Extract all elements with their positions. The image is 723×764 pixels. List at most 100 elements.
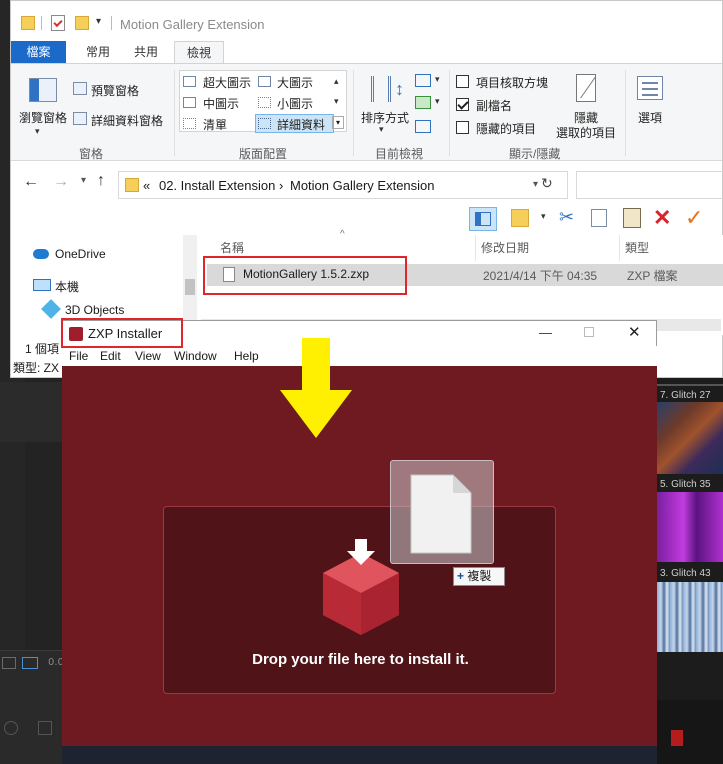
medium-icons-option[interactable]: 中圖示 bbox=[203, 95, 239, 112]
navigation-pane-dropdown-icon[interactable]: ▾ bbox=[35, 126, 40, 137]
forward-arrow-icon[interactable]: → bbox=[53, 173, 69, 191]
down-arrow-icon bbox=[280, 338, 352, 438]
up-arrow-icon[interactable]: ↑ bbox=[97, 172, 105, 190]
medium-icons-icon[interactable] bbox=[183, 97, 196, 108]
column-type[interactable]: 類型 bbox=[625, 239, 649, 256]
large-icons-icon[interactable] bbox=[258, 76, 271, 87]
breadcrumb-install-extension[interactable]: 02. Install Extension bbox=[159, 178, 275, 193]
drop-zone[interactable]: Drop your file here to install it. bbox=[163, 506, 556, 694]
drop-instruction: Drop your file here to install it. bbox=[252, 651, 469, 668]
extra-large-icons-option[interactable]: 超大圖示 bbox=[203, 74, 251, 91]
hide-selected-line2[interactable]: 選取的項目 bbox=[556, 124, 616, 141]
list-icon[interactable] bbox=[183, 118, 196, 129]
preview-pane-toggle[interactable] bbox=[469, 207, 497, 231]
paste-icon[interactable] bbox=[623, 208, 641, 228]
hidden-items-checkbox[interactable] bbox=[456, 121, 469, 134]
nav-this-pc[interactable]: 本機 bbox=[55, 278, 79, 295]
copy-icon[interactable] bbox=[591, 209, 607, 227]
thumbnail-glitch-27[interactable] bbox=[657, 402, 723, 474]
layout-scroll-up-icon[interactable]: ▴ bbox=[334, 76, 339, 87]
rename-icon[interactable]: ✓ bbox=[685, 205, 703, 231]
properties-icon[interactable] bbox=[51, 15, 65, 31]
details-pane-button[interactable]: 詳細資料窗格 bbox=[91, 112, 163, 129]
column-divider[interactable] bbox=[619, 235, 620, 261]
sort-arrow-icon: ↕ bbox=[395, 79, 404, 99]
breadcrumb-overflow[interactable]: « bbox=[143, 178, 150, 193]
delete-icon[interactable]: ✕ bbox=[653, 205, 671, 231]
navigation-pane-button[interactable]: 瀏覽窗格 bbox=[19, 109, 67, 126]
options-button[interactable]: 選項 bbox=[638, 109, 662, 126]
tab-share[interactable]: 共用 bbox=[123, 41, 169, 64]
options-icon[interactable] bbox=[637, 76, 663, 100]
tab-home[interactable]: 常用 bbox=[73, 41, 123, 64]
recent-dropdown-icon[interactable]: ▾ bbox=[81, 175, 86, 186]
layout-scroll-down-icon[interactable]: ▾ bbox=[334, 96, 339, 107]
preview-pane-icon[interactable] bbox=[73, 82, 87, 95]
timeline-icon[interactable] bbox=[2, 657, 16, 669]
navigation-pane-icon[interactable] bbox=[29, 78, 57, 102]
search-input[interactable] bbox=[576, 171, 723, 199]
maximize-button[interactable] bbox=[584, 327, 594, 337]
mask-icon[interactable] bbox=[38, 721, 52, 735]
command-toolbar: ▾ ✂ ✕ ✓ bbox=[11, 203, 722, 235]
sort-by-button[interactable]: 排序方式 bbox=[361, 109, 409, 126]
extra-large-icons-icon[interactable] bbox=[183, 76, 196, 87]
menu-help[interactable]: Help bbox=[234, 349, 259, 363]
cut-icon[interactable]: ✂ bbox=[559, 207, 574, 228]
nav-onedrive[interactable]: OneDrive bbox=[55, 247, 106, 261]
details-pane-icon[interactable] bbox=[73, 112, 87, 125]
file-name-extensions-checkbox[interactable] bbox=[456, 98, 469, 111]
large-icons-option[interactable]: 大圖示 bbox=[277, 74, 313, 91]
small-icons-icon[interactable] bbox=[258, 97, 271, 108]
layout-expand-icon[interactable]: ▾ bbox=[332, 116, 344, 129]
tab-file[interactable]: 檔案 bbox=[11, 41, 66, 64]
breadcrumb-motion-gallery-extension[interactable]: Motion Gallery Extension bbox=[290, 178, 435, 193]
group-by-icon[interactable] bbox=[415, 74, 431, 87]
hide-selected-icon[interactable] bbox=[576, 74, 596, 102]
red-marker bbox=[671, 730, 683, 746]
tab-view[interactable]: 檢視 bbox=[174, 41, 224, 64]
file-date: 2021/4/14 下午 04:35 bbox=[483, 269, 598, 283]
column-divider[interactable] bbox=[475, 235, 476, 261]
column-date[interactable]: 修改日期 bbox=[481, 239, 529, 256]
size-columns-icon[interactable] bbox=[415, 120, 431, 133]
menu-window[interactable]: Window bbox=[174, 349, 217, 363]
thumbnail-glitch-43[interactable] bbox=[657, 582, 723, 652]
close-button[interactable]: ✕ bbox=[628, 323, 641, 341]
organize-dropdown-icon[interactable]: ▾ bbox=[541, 211, 546, 222]
refresh-icon[interactable]: ↻ bbox=[541, 175, 553, 192]
new-folder-icon[interactable] bbox=[75, 16, 89, 30]
column-name[interactable]: 名稱 bbox=[220, 239, 244, 256]
add-columns-icon[interactable] bbox=[415, 96, 431, 109]
show-hide-group-label: 顯示/隱藏 bbox=[509, 147, 561, 161]
nav-scrollbar-thumb[interactable] bbox=[185, 279, 195, 295]
preview-pane-button[interactable]: 預覽窗格 bbox=[91, 82, 139, 99]
thumbnail-glitch-35[interactable] bbox=[657, 492, 723, 562]
small-icons-option[interactable]: 小圖示 bbox=[277, 95, 313, 112]
address-box[interactable]: « 02. Install Extension › Motion Gallery… bbox=[118, 171, 568, 199]
file-type: ZXP 檔案 bbox=[627, 269, 678, 283]
list-option[interactable]: 清單 bbox=[203, 116, 227, 133]
back-arrow-icon[interactable]: ← bbox=[23, 173, 39, 191]
menu-edit[interactable]: Edit bbox=[100, 349, 121, 363]
organize-icon[interactable] bbox=[511, 209, 529, 227]
timeline-view-icon[interactable] bbox=[22, 657, 38, 669]
menu-view[interactable]: View bbox=[135, 349, 161, 363]
menu-file[interactable]: File bbox=[69, 349, 88, 363]
address-bar-row: ← → ▾ ↑ « 02. Install Extension › Motion… bbox=[11, 163, 723, 203]
sort-by-dropdown-icon[interactable]: ▾ bbox=[379, 124, 384, 135]
hidden-items-label: 隱藏的項目 bbox=[476, 122, 537, 136]
sort-by-icon[interactable] bbox=[371, 76, 391, 102]
minimize-button[interactable]: — bbox=[539, 325, 552, 340]
add-columns-dropdown-icon[interactable]: ▾ bbox=[435, 96, 440, 107]
group-by-dropdown-icon[interactable]: ▾ bbox=[435, 74, 440, 85]
zxp-title-highlight-box bbox=[61, 318, 183, 348]
address-dropdown-icon[interactable]: ▾ bbox=[533, 179, 538, 190]
item-checkboxes-checkbox[interactable] bbox=[456, 75, 469, 88]
link-icon[interactable] bbox=[4, 721, 18, 735]
nav-3d-objects[interactable]: 3D Objects bbox=[65, 303, 124, 317]
details-option[interactable]: 詳細資料 bbox=[277, 116, 325, 133]
panes-group-label: 窗格 bbox=[79, 147, 104, 161]
qat-dropdown-icon[interactable]: ▾ bbox=[96, 16, 101, 27]
copy-tooltip-label: 複製 bbox=[467, 569, 492, 583]
